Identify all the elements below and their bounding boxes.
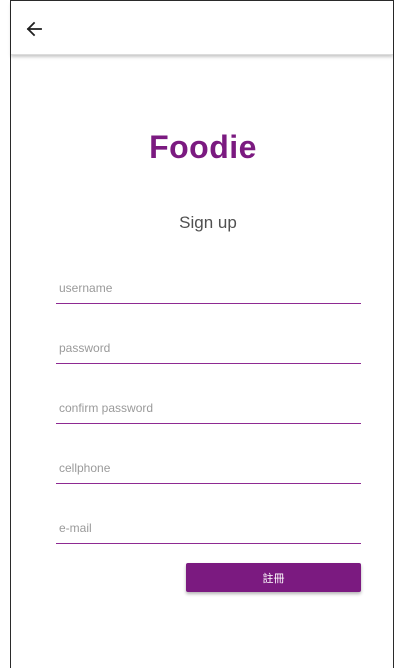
arrow-left-icon	[26, 21, 42, 37]
cellphone-field	[56, 454, 361, 484]
confirm-password-input[interactable]	[56, 394, 361, 422]
password-input[interactable]	[56, 334, 361, 362]
app-title: Foodie	[149, 129, 257, 165]
page-subtitle: Sign up	[179, 213, 237, 232]
password-field	[56, 334, 361, 364]
app-bar	[11, 1, 393, 55]
register-button[interactable]: 註冊	[186, 563, 361, 592]
back-button[interactable]	[25, 20, 43, 38]
cellphone-input[interactable]	[56, 454, 361, 482]
email-field	[56, 514, 361, 544]
username-field	[56, 274, 361, 304]
confirm-password-field	[56, 394, 361, 424]
email-input[interactable]	[56, 514, 361, 542]
username-input[interactable]	[56, 274, 361, 302]
app-screen: Foodie Sign up 註冊	[10, 0, 394, 668]
